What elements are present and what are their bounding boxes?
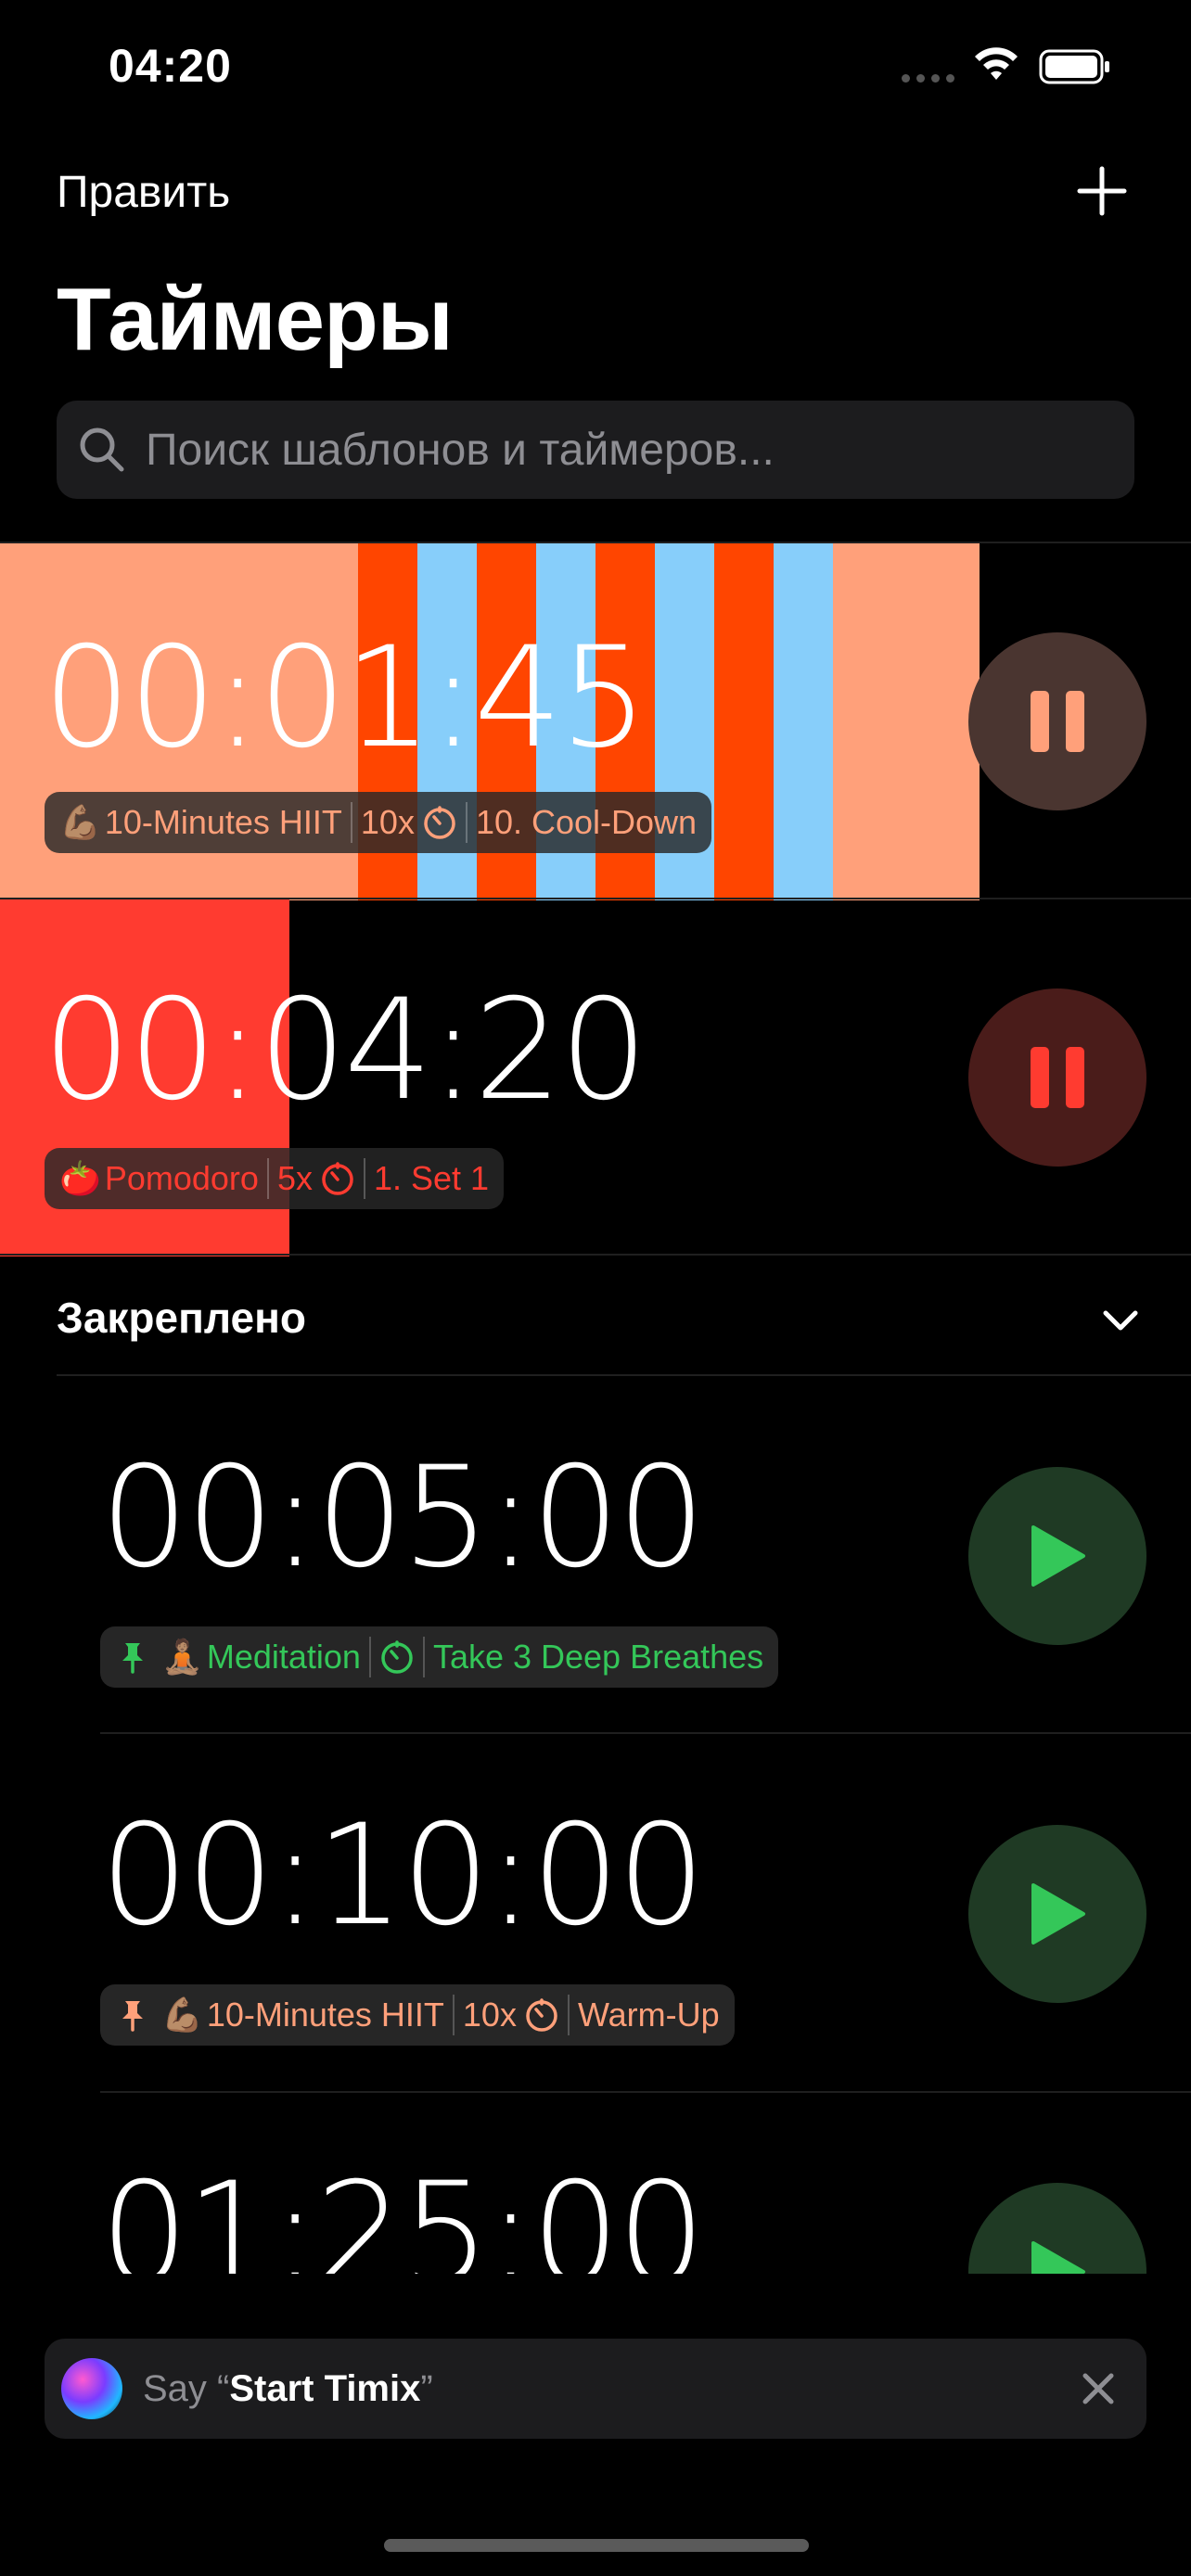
timer-icon: [424, 806, 455, 839]
pause-button[interactable]: [968, 988, 1146, 1167]
current-step: 10. Cool-Down: [475, 803, 698, 841]
progress-segment: [833, 543, 980, 900]
pinned-timer-tag: 💪🏽 10-Minutes HIIT 10x Warm-Up: [100, 1984, 735, 2046]
repeat-count: 10x: [360, 803, 415, 841]
template-name: Pomodoro: [104, 1159, 259, 1197]
cellular-signal-icon: [902, 74, 954, 83]
timer-time: 00:04:20: [43, 970, 648, 1131]
timer-icon: [526, 1998, 557, 2032]
running-timer-row[interactable]: 00:01:45 💪🏽 10-Minutes HIIT 10x 10. Cool…: [0, 543, 1191, 900]
template-name: 10-Minutes HIIT: [104, 803, 342, 841]
search-icon: [80, 427, 124, 472]
progress-segment: [714, 543, 774, 900]
wifi-icon: [975, 47, 1018, 80]
battery-icon: [1039, 49, 1109, 84]
page-title: Таймеры: [57, 270, 454, 369]
siri-icon: [61, 2358, 122, 2419]
meditation-emoji-icon: 🧘🏽: [161, 1639, 203, 1677]
pause-button[interactable]: [968, 632, 1146, 810]
template-name: 10-Minutes HIIT: [206, 1996, 444, 2034]
edit-button[interactable]: Править: [57, 167, 230, 218]
timer-icon: [381, 1640, 413, 1674]
pin-icon: [122, 2001, 143, 2032]
current-step: Take 3 Deep Breathes: [432, 1638, 764, 1676]
running-timer-row[interactable]: 00:04:20 🍅 Pomodoro 5x 1. Set 1: [0, 899, 1191, 1256]
divider: [100, 1732, 1191, 1734]
tomato-emoji-icon: 🍅: [59, 1160, 101, 1198]
play-icon: [1031, 1525, 1085, 1587]
muscle-emoji-icon: 💪🏽: [59, 804, 101, 842]
muscle-emoji-icon: 💪🏽: [161, 1996, 203, 2034]
play-button[interactable]: [968, 1825, 1146, 2003]
siri-suggestion-banner[interactable]: Say “Start Timix”: [45, 2339, 1146, 2439]
repeat-count: 5x: [276, 1159, 313, 1197]
repeat-count: 10x: [462, 1996, 517, 2034]
progress-segment: [774, 543, 833, 900]
timer-tag: 🍅 Pomodoro 5x 1. Set 1: [45, 1148, 505, 1209]
pinned-timer-time[interactable]: 00:10:00: [100, 1806, 706, 1945]
search-bar[interactable]: [57, 401, 1134, 499]
pause-icon: [1031, 691, 1084, 752]
close-icon[interactable]: [1078, 2368, 1119, 2409]
pinned-section-title[interactable]: Закреплено: [57, 1293, 306, 1343]
template-name: Meditation: [206, 1638, 361, 1676]
current-step: Warm-Up: [577, 1996, 720, 2034]
pinned-timer-tag: 🧘🏽 Meditation Take 3 Deep Breathes: [100, 1626, 779, 1688]
play-icon: [1031, 1883, 1085, 1945]
plus-icon[interactable]: [1076, 165, 1128, 217]
timer-tag: 💪🏽 10-Minutes HIIT 10x 10. Cool-Down: [45, 792, 712, 853]
status-time: 04:20: [109, 40, 232, 92]
chevron-down-icon[interactable]: [1100, 1300, 1141, 1341]
play-button[interactable]: [968, 1467, 1146, 1645]
timer-time: 00:01:45: [43, 618, 648, 779]
pause-icon: [1031, 1047, 1084, 1108]
home-indicator[interactable]: [384, 2539, 809, 2552]
pin-icon: [122, 1643, 143, 1674]
timer-icon: [322, 1162, 353, 1195]
pinned-timer-time[interactable]: 00:05:00: [100, 1448, 706, 1588]
divider: [100, 2091, 1191, 2093]
search-input[interactable]: [146, 424, 1110, 476]
siri-suggestion-text: Say “Start Timix”: [143, 2367, 433, 2409]
divider: [57, 1374, 1191, 1376]
divider: [0, 1254, 1191, 1256]
current-step: 1. Set 1: [373, 1159, 490, 1197]
